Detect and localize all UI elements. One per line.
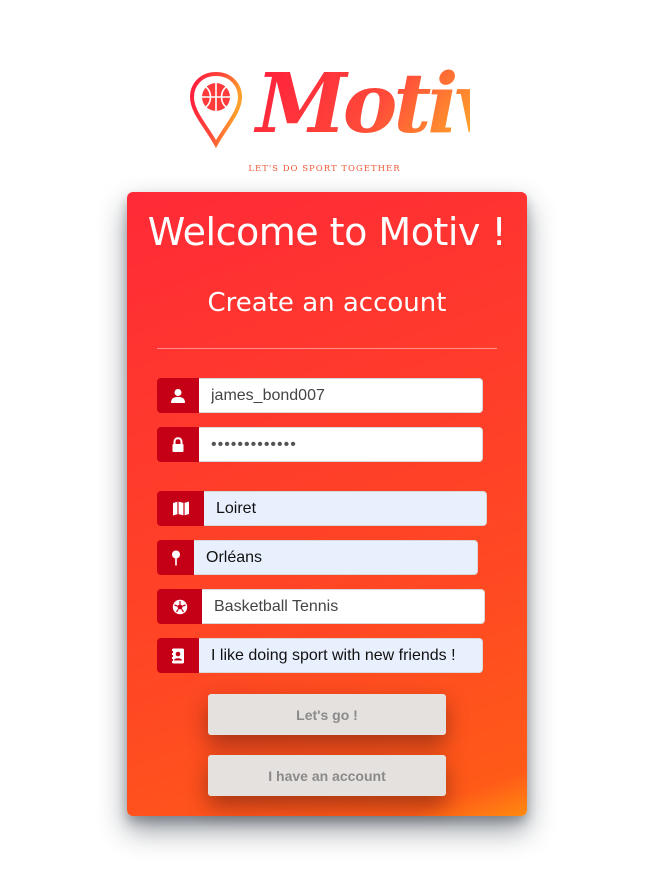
username-row [157, 378, 483, 413]
lock-icon [157, 427, 199, 462]
divider [157, 348, 497, 349]
region-input[interactable] [204, 491, 487, 526]
user-icon [157, 378, 199, 413]
username-input[interactable] [199, 378, 483, 413]
contact-card-icon [157, 638, 199, 673]
password-row [157, 427, 483, 462]
lets-go-button[interactable]: Let's go ! [208, 694, 446, 735]
map-icon [157, 491, 204, 526]
basketball-pin-icon [190, 71, 243, 149]
bio-input[interactable] [199, 638, 483, 673]
tagline: LET'S DO SPORT TOGETHER [248, 164, 401, 174]
city-row [157, 540, 478, 575]
welcome-heading: Welcome to Motiv ! [147, 210, 507, 254]
motiv-logo: Motiv [190, 40, 470, 180]
soccer-ball-icon [157, 589, 202, 624]
sports-input[interactable] [202, 589, 485, 624]
city-input[interactable] [194, 540, 478, 575]
create-account-subtitle: Create an account [207, 288, 447, 318]
sports-row [157, 589, 485, 624]
logo-wordmark: Motiv [253, 56, 470, 152]
have-account-button[interactable]: I have an account [208, 755, 446, 796]
region-row [157, 491, 487, 526]
password-input[interactable] [199, 427, 483, 462]
bio-row [157, 638, 483, 673]
map-pin-icon [157, 540, 194, 575]
signup-card: Welcome to Motiv ! Create an account jam… [127, 192, 527, 816]
